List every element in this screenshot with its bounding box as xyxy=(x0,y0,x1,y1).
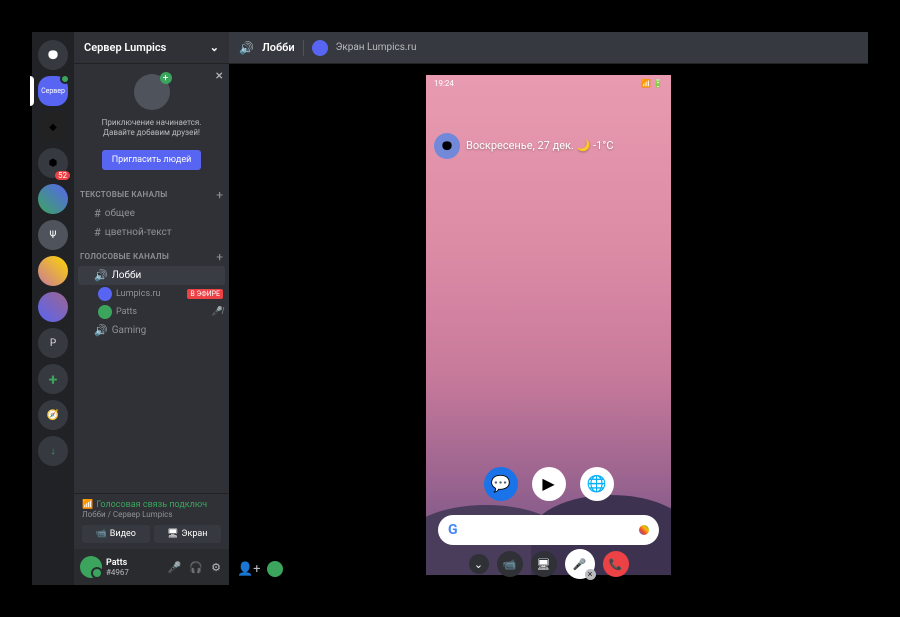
add-member-icon[interactable]: 👤+ xyxy=(237,562,261,577)
screenshare-button[interactable]: 🖥 xyxy=(531,551,557,577)
promo-text: Приключение начинается.Давайте добавим д… xyxy=(84,118,219,139)
text-channel[interactable]: #общее xyxy=(78,204,225,223)
notification-badge: 52 xyxy=(55,171,70,180)
call-controls: ⌄ 📹 🖥 🎤 📞 xyxy=(469,549,629,579)
chrome-app-icon: 🌐 xyxy=(580,467,614,501)
server-item[interactable]: ◆ xyxy=(38,112,68,142)
channel-title: Лобби xyxy=(262,41,295,54)
speaker-icon: 🔊 xyxy=(239,41,254,55)
text-channels-header[interactable]: ТЕКСТОВЫЕ КАНАЛЫ + xyxy=(74,180,229,204)
connection-channel: Лобби / Сервер Lumpics xyxy=(82,510,221,519)
invite-promo: × Приключение начинается.Давайте добавим… xyxy=(74,64,229,180)
top-bar: 🔊 Лобби Экран Lumpics.ru xyxy=(229,32,868,64)
date-weather: Воскресенье, 27 дек. 🌙 -1°C xyxy=(466,139,614,152)
voice-channel-gaming[interactable]: 🔊Gaming xyxy=(78,321,225,340)
server-item[interactable]: 52⬢ xyxy=(38,148,68,178)
server-item[interactable]: P xyxy=(38,328,68,358)
server-item[interactable] xyxy=(38,184,68,214)
server-item[interactable]: Ѱ xyxy=(38,220,68,250)
settings-button[interactable]: ⚙ xyxy=(209,559,223,576)
server-name: Сервер Lumpics xyxy=(84,41,166,54)
user-avatar[interactable] xyxy=(80,556,102,578)
add-channel-icon[interactable]: + xyxy=(216,250,223,264)
bottom-actions: 👤+ xyxy=(237,561,283,577)
discord-icon xyxy=(434,133,460,159)
server-list: Сервер ◆ 52⬢ Ѱ P + 🧭 ↓ xyxy=(32,32,74,585)
server-item[interactable] xyxy=(38,292,68,322)
invite-button[interactable]: Пригласить людей xyxy=(102,150,202,170)
voice-channel-lobby[interactable]: 🔊Лобби xyxy=(78,266,225,285)
user-panel: Patts #4967 🎤 🎧 ⚙ xyxy=(74,549,229,585)
playstore-app-icon: ▶ xyxy=(532,467,566,501)
stream-title: Экран Lumpics.ru xyxy=(336,42,417,53)
home-button[interactable] xyxy=(38,40,68,70)
google-logo: G xyxy=(448,522,458,538)
promo-icon xyxy=(134,74,170,110)
app-dock: 💬 ▶ 🌐 xyxy=(426,467,671,501)
assistant-icon xyxy=(639,525,649,535)
add-channel-icon[interactable]: + xyxy=(216,188,223,202)
phone-status-bar: 19:24 📶 🔋 xyxy=(426,75,671,93)
close-icon[interactable]: × xyxy=(216,68,223,84)
avatar xyxy=(98,305,112,319)
messages-app-icon: 💬 xyxy=(484,467,518,501)
live-badge: В ЭФИРЕ xyxy=(187,289,223,299)
hash-icon: # xyxy=(94,207,101,220)
divider xyxy=(303,40,304,56)
mute-button[interactable]: 🎤 xyxy=(166,559,184,576)
download-button[interactable]: ↓ xyxy=(38,436,68,466)
avatar xyxy=(98,287,112,301)
video-button[interactable]: 📹 Видео xyxy=(82,525,150,543)
channel-sidebar: Сервер Lumpics ⌄ × Приключение начинаетс… xyxy=(74,32,229,585)
google-search-bar: G xyxy=(438,515,659,545)
add-server-button[interactable]: + xyxy=(38,364,68,394)
server-lumpics[interactable]: Сервер xyxy=(38,76,68,106)
voice-status-panel: 📶Голосовая связь подключ Лобби / Сервер … xyxy=(74,493,229,549)
voice-member[interactable]: Patts🎤̸ xyxy=(74,303,229,321)
phone-screen: 19:24 📶 🔋 Воскресенье, 27 дек. 🌙 -1°C 💬 … xyxy=(426,75,671,575)
mic-muted-button[interactable]: 🎤 xyxy=(565,549,595,579)
participant-avatar[interactable] xyxy=(267,561,283,577)
connection-status[interactable]: 📶Голосовая связь подключ xyxy=(82,500,221,510)
signal-icon: 📶 xyxy=(82,500,93,510)
user-info[interactable]: Patts #4967 xyxy=(106,558,162,577)
explore-button[interactable]: 🧭 xyxy=(38,400,68,430)
mute-icon: 🎤̸ xyxy=(212,306,223,317)
streamer-avatar xyxy=(312,40,328,56)
server-item[interactable] xyxy=(38,256,68,286)
screenshare-button[interactable]: 🖥 Экран xyxy=(154,525,222,543)
stream-content[interactable]: 19:24 📶 🔋 Воскресенье, 27 дек. 🌙 -1°C 💬 … xyxy=(229,64,868,585)
speaker-icon: 🔊 xyxy=(94,269,108,282)
camera-button[interactable]: 📹 xyxy=(497,551,523,577)
chevron-down-icon: ⌄ xyxy=(210,41,219,54)
disconnect-button[interactable]: 📞 xyxy=(603,551,629,577)
server-header[interactable]: Сервер Lumpics ⌄ xyxy=(74,32,229,64)
main-area: 🔊 Лобби Экран Lumpics.ru 19:24 📶 🔋 Воскр… xyxy=(229,32,868,585)
voice-channels-header[interactable]: ГОЛОСОВЫЕ КАНАЛЫ + xyxy=(74,242,229,266)
deafen-button[interactable]: 🎧 xyxy=(187,559,205,576)
collapse-button[interactable]: ⌄ xyxy=(469,554,489,574)
hash-icon: # xyxy=(94,226,101,239)
text-channel[interactable]: #цветной-текст xyxy=(78,223,225,242)
discord-overlay: Воскресенье, 27 дек. 🌙 -1°C xyxy=(434,133,614,159)
speaker-icon: 🔊 xyxy=(94,324,108,337)
voice-indicator-icon xyxy=(60,74,70,84)
voice-member[interactable]: Lumpics.ruВ ЭФИРЕ xyxy=(74,285,229,303)
